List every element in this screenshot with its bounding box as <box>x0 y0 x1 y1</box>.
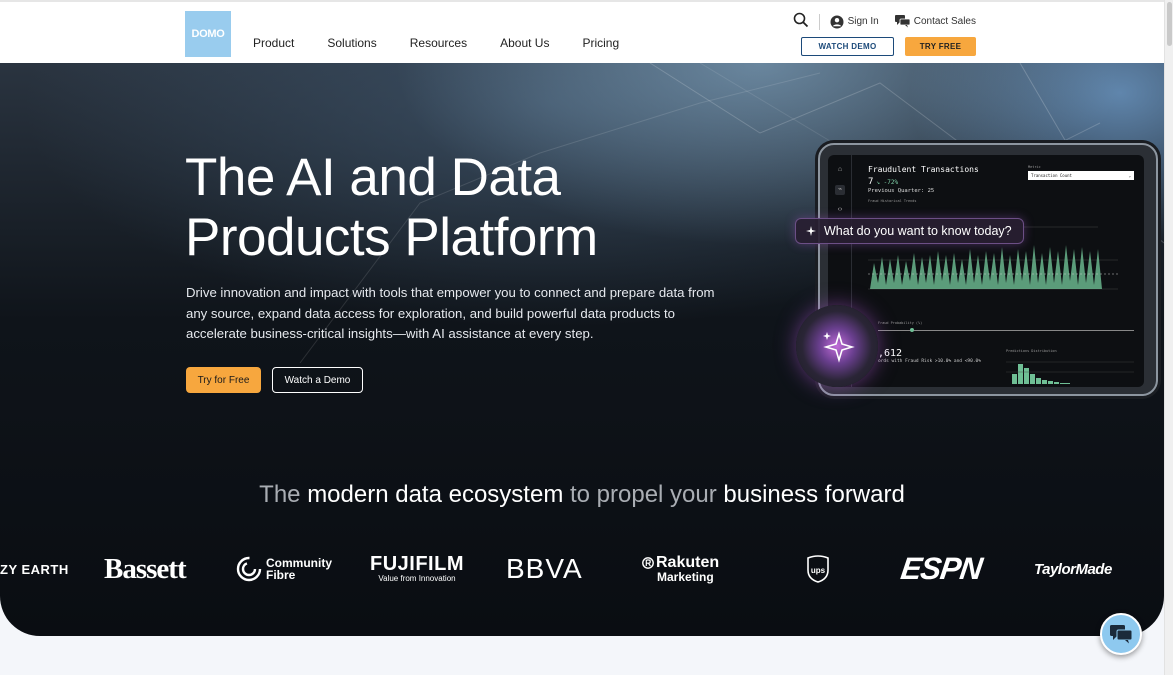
nav-product[interactable]: Product <box>253 36 294 50</box>
sparkle-icon <box>806 226 816 236</box>
espn-logo: ESPN <box>898 551 984 586</box>
divider <box>818 13 820 30</box>
taylormade-logo: TaylorMade <box>1034 560 1112 578</box>
predictions-histogram <box>1006 361 1134 384</box>
metric-select[interactable]: Transaction Count ⌄ <box>1028 171 1134 180</box>
site-header: DOMO Product Solutions Resources About U… <box>0 0 1164 63</box>
hero-description: Drive innovation and impact with tools t… <box>186 285 715 341</box>
customer-logos: ZY EARTH Bassett Community Fibre FUJIFIL… <box>0 551 1164 591</box>
dashboard-previous: Previous Quarter: 25 <box>868 188 935 194</box>
metric-label: Metric <box>1028 165 1041 169</box>
ups-text: ups <box>811 566 826 575</box>
code-icon[interactable]: ‹› <box>835 205 845 215</box>
ai-prompt-text: What do you want to know today? <box>824 224 1012 238</box>
ups-shield-icon: ups <box>807 555 829 583</box>
page: DOMO Product Solutions Resources About U… <box>0 0 1173 675</box>
watch-a-demo-button[interactable]: Watch a Demo <box>272 367 363 393</box>
earth-logo: ZY EARTH <box>0 561 69 577</box>
fujifilm-text: FUJIFILM <box>370 553 464 575</box>
metric-select-value: Transaction Count <box>1031 173 1072 178</box>
ai-prompt-pill[interactable]: What do you want to know today? <box>795 218 1024 244</box>
eco-text-1: The <box>259 481 308 508</box>
ai-sparkles-icon <box>823 331 855 363</box>
ups-logo: ups <box>806 551 830 587</box>
rakuten-text: Rakuten <box>656 553 720 571</box>
dashboard-change: ↘ -72% <box>876 179 899 186</box>
main-nav: Product Solutions Resources About Us Pri… <box>253 36 652 50</box>
sign-in-link[interactable]: Sign In <box>830 15 879 29</box>
eco-text-2: modern data ecosystem <box>307 481 564 508</box>
chat-widget-button[interactable] <box>1100 613 1142 655</box>
bassett-logo: Bassett <box>104 552 187 585</box>
prob-label: Fraud Probability (%) <box>878 321 923 325</box>
nav-about-us[interactable]: About Us <box>500 36 549 50</box>
records-caption: ords with Fraud Risk >10.0% and <90.0% <box>878 359 981 364</box>
chat-bubbles-icon <box>894 15 910 28</box>
chevron-down-icon: ⌄ <box>1128 173 1131 178</box>
contact-sales-link[interactable]: Contact Sales <box>894 15 976 28</box>
prob-slider-handle[interactable] <box>910 328 914 332</box>
eco-text-4: business forward <box>723 481 905 508</box>
nav-resources[interactable]: Resources <box>410 36 467 50</box>
dashboard-title: Fraudulent Transactions <box>868 165 979 174</box>
vertical-scrollbar[interactable] <box>1164 0 1173 675</box>
bbva-logo: BBVA <box>506 553 583 584</box>
watch-demo-button[interactable]: WATCH DEMO <box>801 37 894 56</box>
nav-pricing[interactable]: Pricing <box>582 36 619 50</box>
search-icon[interactable] <box>793 12 809 31</box>
home-icon[interactable]: ⌂ <box>835 165 845 175</box>
community-fibre-logo: Community Fibre <box>236 551 332 587</box>
contact-sales-label: Contact Sales <box>913 16 976 27</box>
fujifilm-logo: FUJIFILM Value from Innovation <box>370 551 464 587</box>
rakuten-sub: Marketing <box>657 569 714 584</box>
sign-in-label: Sign In <box>847 16 879 27</box>
try-for-free-button[interactable]: Try for Free <box>186 367 261 393</box>
rakuten-logo: Rakuten Marketing <box>642 551 719 587</box>
nav-solutions[interactable]: Solutions <box>327 36 376 50</box>
fujifilm-tagline: Value from Innovation <box>378 574 456 583</box>
hero-title-line-1: The AI and Data <box>185 148 561 207</box>
ai-assistant-orb[interactable] <box>796 305 878 387</box>
dist-label: Predictions Distribution <box>1006 349 1057 353</box>
section-label: Fraud Historical Trends <box>868 199 917 203</box>
user-icon <box>830 15 844 28</box>
hero-title-line-2: Products Platform <box>185 208 598 267</box>
eco-text-3: to propel your <box>563 481 724 508</box>
header-buttons: WATCH DEMO TRY FREE <box>801 37 976 56</box>
dashboard-value-number: 7 <box>868 177 874 187</box>
hero-title: The AI and Data Products Platform <box>185 148 598 268</box>
domo-logo[interactable]: DOMO <box>185 11 231 57</box>
chat-icon <box>1110 625 1133 644</box>
dashboard-value: 7 ↘ -72% <box>868 177 898 187</box>
ecosystem-heading: The modern data ecosystem to propel your… <box>0 481 1164 509</box>
rakuten-r-icon <box>642 556 654 569</box>
community-fibre-mark-icon <box>236 556 262 582</box>
fibre-text: Fibre <box>266 568 296 582</box>
prob-slider[interactable] <box>878 328 1134 332</box>
utility-bar: Sign In Contact Sales <box>793 12 976 31</box>
scrollbar-thumb[interactable] <box>1167 2 1172 46</box>
try-free-button[interactable]: TRY FREE <box>905 37 976 56</box>
chart-icon[interactable]: ⌁ <box>835 185 845 195</box>
records-value: ,612 <box>878 348 903 359</box>
